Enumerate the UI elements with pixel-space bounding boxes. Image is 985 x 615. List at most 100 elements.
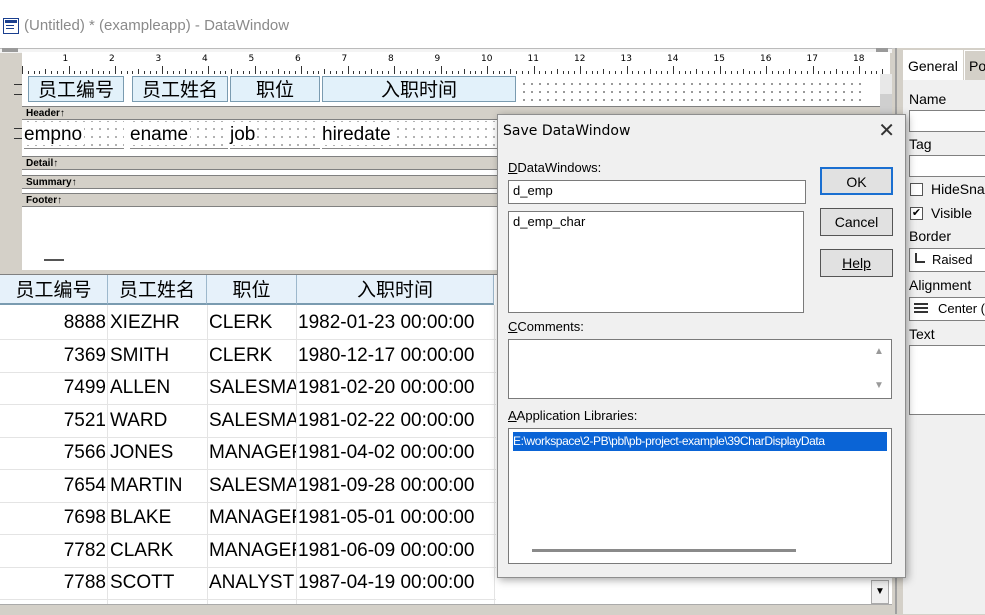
cancel-button[interactable]: Cancel: [820, 208, 893, 236]
ruler-number: 14: [667, 54, 679, 64]
ruler-number: 3: [155, 54, 162, 64]
table-row[interactable]: 7782 CLARK MANAGER 1981-06-09 00:00:00: [0, 535, 496, 568]
ruler-number: 2: [109, 54, 115, 64]
ruler-number: 5: [248, 54, 255, 64]
ruler-number: 17: [806, 54, 818, 64]
name-label: Name: [909, 91, 947, 107]
table-cell: 1981-05-01 00:00:00: [298, 507, 475, 528]
ruler-number: 18: [853, 54, 865, 64]
table-cell: SALESMAN: [209, 377, 296, 398]
name-field[interactable]: [909, 110, 985, 132]
table-cell: BLAKE: [110, 507, 172, 528]
ruler-number: 16: [760, 54, 772, 64]
ruler-number: 11: [527, 54, 539, 64]
table-cell: MANAGER: [209, 442, 296, 463]
table-cell: CLERK: [209, 312, 273, 333]
field-hiredate[interactable]: hiredate: [322, 121, 518, 149]
ruler-number: 10: [481, 54, 493, 64]
hidesnaked-checkbox[interactable]: [910, 183, 923, 196]
header-text-hiredate[interactable]: 入职时间: [322, 76, 516, 102]
ruler-number: 8: [388, 54, 394, 64]
horizontal-scrollbar[interactable]: [532, 549, 796, 552]
table-row[interactable]: 7369 SMITH CLERK 1980-12-17 00:00:00: [0, 340, 496, 373]
table-cell: 7654: [63, 474, 106, 496]
list-item[interactable]: d_emp_char: [513, 214, 799, 229]
tag-field[interactable]: [909, 155, 985, 177]
table-cell: SALESMAN: [209, 474, 296, 496]
datawindow-name-input[interactable]: d_emp: [508, 180, 806, 204]
ruler-number: 9: [434, 54, 441, 64]
splitter-handle-left[interactable]: [2, 48, 18, 52]
header-text-job[interactable]: 职位: [230, 76, 320, 102]
table-cell: 7782: [63, 539, 106, 561]
table-row[interactable]: 8888 XIEZHR CLERK 1982-01-23 00:00:00: [0, 307, 496, 340]
table-cell: MANAGER: [209, 507, 296, 528]
horizontal-ruler: 1 2 3 4 5 6 7 8 9 10 11 12 13 14 15 16 17 18: [22, 52, 890, 75]
ruler-number: 1: [62, 54, 69, 64]
table-cell: MANAGER: [209, 539, 296, 561]
table-cell: 1980-12-17 00:00:00: [298, 344, 475, 366]
scroll-up-icon[interactable]: ▲: [874, 346, 884, 357]
align-center-icon: [914, 303, 928, 314]
preview-col-header-empno[interactable]: 员工编号: [0, 275, 108, 305]
grid-dots: [520, 80, 866, 102]
field-empno[interactable]: empno: [24, 121, 124, 149]
tab-position[interactable]: Po: [964, 50, 985, 80]
border-raised-icon: [915, 253, 925, 263]
table-cell: 7499: [63, 377, 106, 398]
preview-col-header-ename[interactable]: 员工姓名: [108, 275, 207, 305]
table-cell: 7788: [63, 572, 106, 593]
window-title: (Untitled) * (exampleapp) - DataWindow: [24, 17, 290, 34]
table-cell: CLARK: [110, 539, 174, 561]
table-cell: 7566: [63, 442, 106, 463]
preview-col-header-hiredate[interactable]: 入职时间: [297, 275, 494, 305]
table-cell: SCOTT: [110, 572, 175, 593]
header-text-ename[interactable]: 员工姓名: [132, 76, 228, 102]
tab-general[interactable]: General: [903, 50, 963, 80]
table-cell: 1981-02-22 00:00:00: [298, 409, 475, 431]
table-cell: CLERK: [209, 344, 273, 366]
table-cell: XIEZHR: [110, 312, 180, 333]
visible-checkbox[interactable]: ✔: [910, 207, 923, 220]
table-cell: 1982-01-23 00:00:00: [298, 312, 475, 333]
ok-button[interactable]: OK: [820, 167, 893, 195]
table-row[interactable]: 7499ALLEN SALESMAN1981-02-20 00:00:00: [0, 372, 496, 405]
ruler-number: 4: [202, 54, 208, 64]
table-row[interactable]: 7654MARTIN SALESMAN1981-09-28 00:00:00: [0, 470, 496, 503]
tag-label: Tag: [909, 136, 932, 152]
ruler-number: 13: [620, 54, 632, 64]
table-cell: 7698: [63, 507, 106, 528]
table-row[interactable]: 7788 SCOTT ANALYST 1987-04-19 00:00:00: [0, 567, 496, 600]
table-row[interactable]: 7566 JONES MANAGER 1981-04-02 00:00:00: [0, 437, 496, 470]
text-field[interactable]: [909, 345, 985, 415]
field-job[interactable]: job: [230, 121, 320, 149]
border-label: Border: [909, 228, 952, 244]
table-row[interactable]: 7521WARD SALESMAN1981-02-22 00:00:00: [0, 405, 496, 438]
preview-col-header-job[interactable]: 职位: [207, 275, 297, 305]
field-ename[interactable]: ename: [130, 121, 228, 149]
table-cell: WARD: [110, 409, 168, 431]
table-row[interactable]: 7698 BLAKE MANAGER 1981-05-01 00:00:00: [0, 502, 496, 535]
ruler-number: 6: [295, 54, 301, 64]
library-item-selected[interactable]: E:\workspace\2-PB\pbl\pb-project-example…: [513, 432, 887, 451]
help-button[interactable]: Help: [820, 249, 893, 277]
datawindows-label: DDataWindows:: [508, 160, 602, 175]
table-cell: 7521: [63, 409, 106, 431]
scroll-down-icon[interactable]: ▼: [874, 380, 884, 391]
datawindow-app-icon: [3, 18, 19, 34]
table-cell: 8888: [63, 312, 106, 333]
hidesnaked-label: HideSnal: [931, 181, 985, 197]
scroll-down-icon[interactable]: ▼: [871, 580, 889, 604]
status-strip: [0, 604, 892, 615]
title-bar: (Untitled) * (exampleapp) - DataWindow: [0, 0, 985, 49]
datawindow-list[interactable]: d_emp_char: [508, 211, 804, 313]
header-text-empno[interactable]: 员工编号: [28, 76, 124, 102]
vertical-ruler: [0, 74, 23, 270]
comments-textarea[interactable]: [508, 339, 892, 399]
table-cell: SMITH: [110, 344, 170, 366]
band-resize-handle[interactable]: [44, 259, 64, 261]
visible-label: Visible: [931, 205, 972, 221]
close-icon[interactable]: ✕: [878, 118, 895, 142]
alignment-label: Alignment: [909, 277, 972, 293]
table-cell: 1987-04-19 00:00:00: [298, 572, 475, 593]
